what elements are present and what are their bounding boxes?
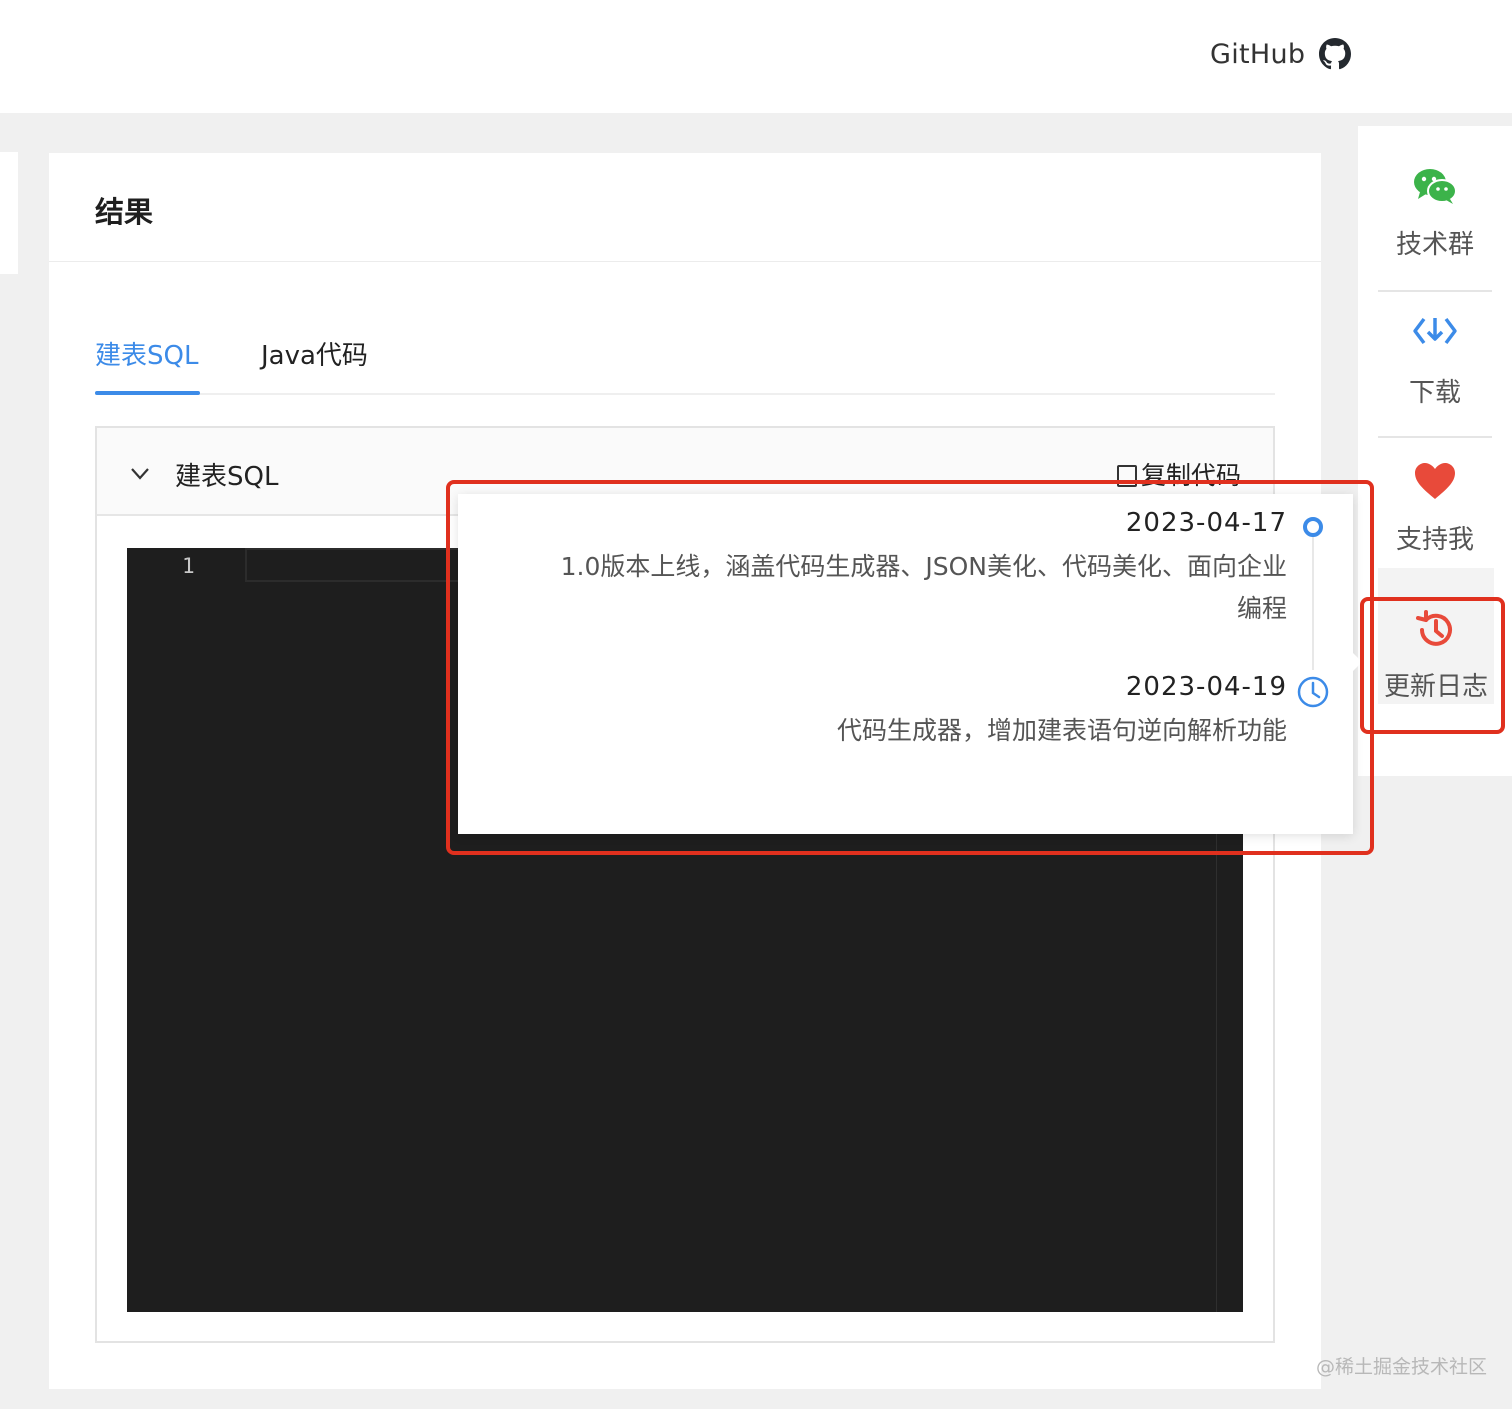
wechat-icon [1414, 169, 1457, 204]
sidebar-item-download[interactable]: 下载 [1378, 274, 1492, 420]
tab-java-code[interactable]: Java代码 [261, 335, 368, 372]
line-number: 1 [182, 554, 195, 578]
chevron-down-icon[interactable] [129, 462, 151, 484]
sidebar-item-label: 支持我 [1395, 525, 1474, 555]
sidebar-item-label: 技术群 [1395, 230, 1474, 260]
download-icon [1413, 317, 1457, 345]
card-title: 结果 [95, 195, 154, 229]
sidebar-item-support[interactable]: 支持我 [1378, 421, 1492, 567]
result-tabs: 建表SQL Java代码 [95, 325, 1275, 395]
highlight-box-changelog [446, 480, 1374, 855]
active-tab-indicator [95, 391, 200, 395]
sidebar-item-tech-group[interactable]: 技术群 [1378, 126, 1492, 272]
watermark: @稀土掘金技术社区 [1316, 1356, 1488, 1378]
highlight-box-sidebar [1360, 597, 1505, 734]
card-divider [49, 261, 1321, 262]
tab-create-sql[interactable]: 建表SQL [95, 335, 198, 372]
sidebar-item-label: 下载 [1408, 378, 1461, 408]
heart-icon [1415, 463, 1455, 499]
top-header: GitHub [0, 0, 1512, 113]
github-label: GitHub [1210, 38, 1306, 70]
collapse-title: 建表SQL [175, 462, 279, 492]
left-card-edge [0, 152, 18, 274]
github-link[interactable]: GitHub [1210, 34, 1352, 74]
github-icon [1319, 38, 1352, 70]
